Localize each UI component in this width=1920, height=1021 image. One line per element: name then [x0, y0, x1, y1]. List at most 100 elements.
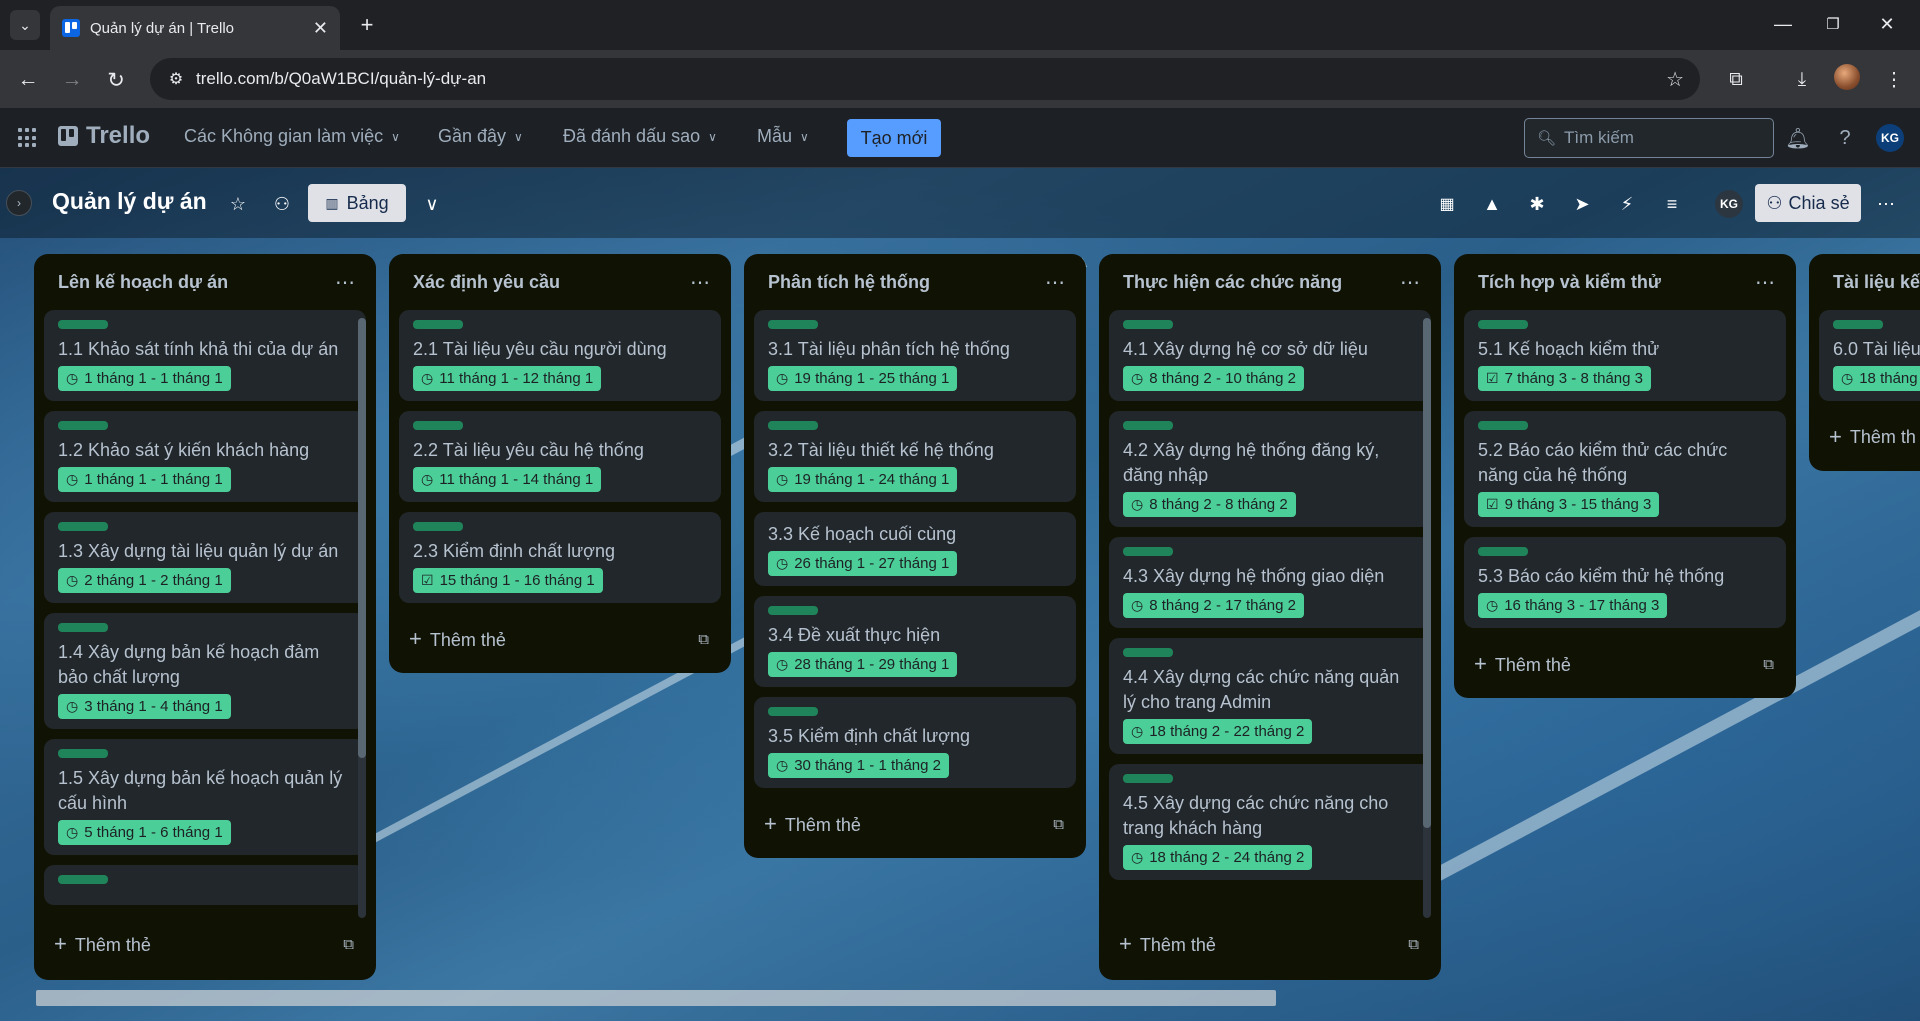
card[interactable]: 1.5 Xây dựng bản kế hoạch quản lý cấu hì… — [44, 739, 366, 855]
due-date-badge[interactable]: ◷ 8 tháng 2 - 8 tháng 2 — [1123, 492, 1296, 517]
app-switcher-grid-icon[interactable] — [18, 128, 38, 148]
due-date-badge[interactable]: ☑ 15 tháng 1 - 16 tháng 1 — [413, 568, 603, 593]
card[interactable]: 4.3 Xây dựng hệ thống giao diện ◷ 8 tháng … — [1109, 537, 1431, 628]
list-integration-testing[interactable]: Tích hợp và kiểm thử ⋯ 5.1 Kế hoạch kiểm… — [1454, 254, 1796, 698]
extensions-puzzle-icon[interactable]: ⧉ — [1720, 64, 1752, 96]
due-date-badge[interactable]: ◷ 1 tháng 1 - 1 tháng 1 — [58, 467, 231, 492]
due-date-badge[interactable]: ◷ 18 tháng 2 - 24 tháng 2 — [1123, 845, 1313, 870]
list-menu-icon[interactable]: ⋯ — [1045, 270, 1066, 295]
due-date-badge[interactable]: ☑ 9 tháng 3 - 15 tháng 3 — [1478, 492, 1660, 517]
due-date-badge[interactable]: ◷ 11 tháng 1 - 14 tháng 1 — [413, 467, 602, 492]
card[interactable]: 3.2 Tài liệu thiết kế hệ thống ◷ 19 tháng … — [754, 411, 1076, 502]
card-template-icon[interactable]: ⧉ — [698, 631, 709, 648]
due-date-badge[interactable]: ◷ 8 tháng 2 - 10 tháng 2 — [1123, 366, 1305, 391]
card[interactable]: 1.2 Khảo sát ý kiến khách hàng ◷ 1 tháng 1… — [44, 411, 366, 502]
list-plan[interactable]: Lên kế hoạch dự án ⋯ 1.1 Khảo sát tính k… — [34, 254, 376, 980]
due-date-badge[interactable]: ◷ 18 tháng — [1833, 366, 1920, 391]
menu-recent[interactable]: Gần đây ∨ — [438, 126, 523, 147]
menu-starred[interactable]: Đã đánh dấu sao ∨ — [563, 126, 717, 147]
due-date-badge[interactable]: ◷ 26 tháng 1 - 27 tháng 1 — [768, 551, 958, 576]
due-date-badge[interactable]: ◷ 16 tháng 3 - 17 tháng 3 — [1478, 593, 1668, 618]
card[interactable]: 2.1 Tài liệu yêu cầu người dùng ◷ 11 tháng… — [399, 310, 721, 401]
new-tab-plus-icon[interactable]: + — [352, 10, 382, 40]
download-icon[interactable]: ⤓ — [1786, 64, 1818, 96]
card[interactable]: 3.3 Kế hoạch cuối cùng ◷ 26 tháng 1 - 27 t… — [754, 512, 1076, 586]
board-menu-icon[interactable]: ⋯ — [1872, 190, 1900, 218]
card[interactable]: 4.5 Xây dựng các chức năng cho trang khá… — [1109, 764, 1431, 880]
calendar-icon[interactable]: ▦ — [1433, 190, 1461, 218]
card-template-icon[interactable]: ⧉ — [343, 936, 354, 953]
window-restore-icon[interactable]: ❐ — [1810, 8, 1856, 40]
card-template-icon[interactable]: ⧉ — [1763, 656, 1774, 673]
card[interactable]: 4.2 Xây dựng hệ thống đăng ký, đăng nhập… — [1109, 411, 1431, 527]
list-title[interactable]: Thực hiện các chức năng — [1123, 272, 1342, 293]
list-menu-icon[interactable]: ⋯ — [1755, 270, 1776, 295]
card[interactable]: 3.4 Đề xuất thực hiện ◷ 28 tháng 1 - 29 th… — [754, 596, 1076, 687]
list-title[interactable]: Tài liệu kết — [1833, 272, 1920, 293]
visibility-icon[interactable]: ⚇ — [268, 190, 296, 218]
list-scrollbar-thumb[interactable] — [1423, 318, 1431, 828]
due-date-badge[interactable]: ◷ 28 tháng 1 - 29 tháng 1 — [768, 652, 958, 677]
list-menu-icon[interactable]: ⋯ — [335, 270, 356, 295]
card[interactable]: 5.1 Kế hoạch kiểm thử ☑ 7 tháng 3 - 8 thán… — [1464, 310, 1786, 401]
menu-templates[interactable]: Mẫu ∨ — [757, 126, 809, 147]
reload-icon[interactable]: ↻ — [100, 64, 132, 96]
card-partial[interactable] — [44, 865, 366, 905]
due-date-badge[interactable]: ◷ 5 tháng 1 - 6 tháng 1 — [58, 820, 231, 845]
member-avatar[interactable]: KG — [1715, 190, 1743, 218]
card[interactable]: 3.5 Kiểm định chất lượng ◷ 30 tháng 1 - 1 … — [754, 697, 1076, 788]
window-minimize-icon[interactable]: — — [1760, 8, 1806, 40]
automation-lightning-icon[interactable]: ⚡︎ — [1613, 190, 1641, 218]
address-bar[interactable]: ⚙ trello.com/b/Q0aW1BCI/quản-lý-dự-an ☆ — [150, 58, 1700, 100]
card-template-icon[interactable]: ⧉ — [1408, 936, 1419, 953]
add-card-button[interactable]: + Thêm thẻ ⧉ — [389, 613, 731, 665]
due-date-badge[interactable]: ◷ 19 tháng 1 - 24 tháng 1 — [768, 467, 958, 492]
view-board-button[interactable]: ▥ Bảng — [308, 184, 406, 222]
forward-arrow-icon[interactable]: → — [56, 64, 88, 96]
browser-tab-active[interactable]: Quản lý dự án | Trello ✕ — [50, 6, 340, 50]
menu-workspaces[interactable]: Các Không gian làm việc ∨ — [184, 126, 400, 147]
add-card-button[interactable]: + Thêm thẻ ⧉ — [1454, 638, 1796, 690]
star-icon[interactable]: ☆ — [224, 190, 252, 218]
drive-icon[interactable]: ▲ — [1478, 190, 1506, 218]
browser-menu-icon[interactable]: ⋮ — [1878, 64, 1910, 96]
list-title[interactable]: Phân tích hệ thống — [768, 272, 930, 293]
board-title[interactable]: Quản lý dự án — [52, 188, 207, 215]
card[interactable]: 1.1 Khảo sát tính khả thi của dự án ◷ 1 th… — [44, 310, 366, 401]
notifications-bell-icon[interactable]: 🔔︎ — [1784, 124, 1812, 152]
help-icon[interactable]: ? — [1831, 124, 1859, 152]
card[interactable]: 3.1 Tài liệu phân tích hệ thống ◷ 19 tháng… — [754, 310, 1076, 401]
list-scrollbar-thumb[interactable] — [358, 318, 366, 758]
due-date-badge[interactable]: ◷ 19 tháng 1 - 25 tháng 1 — [768, 366, 958, 391]
card[interactable]: 2.3 Kiểm định chất lượng ☑ 15 tháng 1 - 16… — [399, 512, 721, 603]
card[interactable]: 1.3 Xây dựng tài liệu quản lý dự án ◷ 2 th… — [44, 512, 366, 603]
list-requirements[interactable]: Xác định yêu cầu ⋯ 2.1 Tài liệu yêu cầu … — [389, 254, 731, 673]
slack-icon[interactable]: ✱ — [1523, 190, 1551, 218]
list-menu-icon[interactable]: ⋯ — [1400, 270, 1421, 295]
list-title[interactable]: Lên kế hoạch dự án — [58, 272, 228, 293]
add-card-button[interactable]: + Thêm thẻ ⧉ — [34, 918, 376, 970]
url-text[interactable]: trello.com/b/Q0aW1BCI/quản-lý-dự-an — [196, 69, 1666, 89]
tab-close-icon[interactable]: ✕ — [313, 18, 328, 39]
card[interactable]: 1.4 Xây dựng bản kế hoạch đảm bảo chất l… — [44, 613, 366, 729]
list-analysis[interactable]: Phân tích hệ thống ⋯ 3.1 Tài liệu phân t… — [744, 254, 1086, 858]
card[interactable]: 6.0 Tài liệu ◷ 18 tháng — [1819, 310, 1920, 401]
list-title[interactable]: Tích hợp và kiểm thử — [1478, 272, 1661, 293]
due-date-badge[interactable]: ☑ 7 tháng 3 - 8 tháng 3 — [1478, 366, 1652, 391]
browser-profile-avatar[interactable] — [1834, 64, 1860, 90]
add-card-button[interactable]: + Thêm thẻ ⧉ — [744, 798, 1086, 850]
filter-icon[interactable]: ≡ — [1658, 190, 1686, 218]
views-chevron-down-icon[interactable]: ∨ — [418, 190, 446, 218]
due-date-badge[interactable]: ◷ 1 tháng 1 - 1 tháng 1 — [58, 366, 231, 391]
share-button[interactable]: ⚇ Chia sẻ — [1755, 184, 1861, 222]
back-arrow-icon[interactable]: ← — [12, 64, 44, 96]
bookmark-star-icon[interactable]: ☆ — [1666, 67, 1684, 92]
list-title[interactable]: Xác định yêu cầu — [413, 272, 560, 293]
due-date-badge[interactable]: ◷ 8 tháng 2 - 17 tháng 2 — [1123, 593, 1305, 618]
create-button[interactable]: Tạo mới — [847, 119, 941, 157]
list-implementation[interactable]: Thực hiện các chức năng ⋯ 4.1 Xây dựng h… — [1099, 254, 1441, 980]
card[interactable]: 4.1 Xây dựng hệ cơ sở dữ liệu ◷ 8 tháng 2 … — [1109, 310, 1431, 401]
list-menu-icon[interactable]: ⋯ — [690, 270, 711, 295]
due-date-badge[interactable]: ◷ 30 tháng 1 - 1 tháng 2 — [768, 753, 950, 778]
card[interactable]: 4.4 Xây dựng các chức năng quản lý cho t… — [1109, 638, 1431, 754]
